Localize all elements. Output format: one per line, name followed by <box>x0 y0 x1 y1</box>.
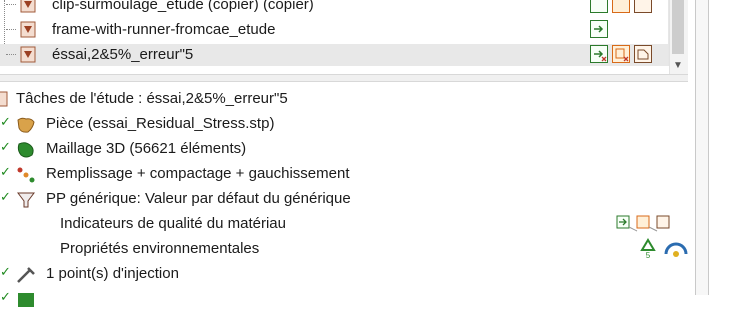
task-row-partial[interactable]: ✓ <box>0 288 690 307</box>
check-icon: ✓ <box>0 189 11 204</box>
task-label: Remplissage + compactage + gauchissement <box>46 165 350 182</box>
cooling-icon <box>18 293 34 307</box>
mesh-icon <box>17 142 34 158</box>
study-row[interactable]: frame-with-runner-fromcae_etude <box>0 19 668 41</box>
quality-indicators-icon[interactable] <box>615 213 677 235</box>
tasks-header-row[interactable]: Tâches de l'étude : éssai,2&5%_erreur"5 <box>0 88 690 112</box>
recycle-icon[interactable]: 5 <box>640 238 656 260</box>
study-name: clip-surmoulage_etude (copier) (copier) <box>52 0 314 13</box>
check-icon: ✓ <box>0 164 11 179</box>
tree-connector <box>6 29 16 30</box>
task-label: PP générique: Valeur par défaut du génér… <box>46 190 351 207</box>
task-label: Maillage 3D (56621 éléments) <box>46 140 247 157</box>
panel-splitter[interactable] <box>0 74 688 82</box>
results-icon[interactable] <box>634 45 652 63</box>
material-icon <box>17 192 35 208</box>
task-label: Indicateurs de qualité du matériau <box>60 215 286 232</box>
vertical-splitter[interactable] <box>695 0 709 295</box>
study-list[interactable]: clip-surmoulage_etude (copier) (copier) … <box>0 0 669 66</box>
run-icon[interactable] <box>612 45 630 63</box>
open-icon[interactable] <box>590 45 608 63</box>
check-icon: ✓ <box>0 139 11 154</box>
task-label: Pièce (essai_Residual_Stress.stp) <box>46 115 275 132</box>
tasks-header: Tâches de l'étude : éssai,2&5%_erreur"5 <box>16 90 288 107</box>
environment-gauge-icon[interactable] <box>663 240 691 260</box>
task-row[interactable]: ✓ 1 point(s) d'injection <box>0 263 690 287</box>
check-icon: ✓ <box>0 289 11 304</box>
study-row[interactable]: clip-surmoulage_etude (copier) (copier) <box>0 0 668 16</box>
study-icon <box>0 91 8 107</box>
check-icon: ✓ <box>0 114 11 129</box>
task-label: 1 point(s) d'injection <box>46 265 179 282</box>
injection-point-icon <box>17 267 35 283</box>
analysis-sequence-icon <box>17 167 35 183</box>
task-label: Propriétés environnementales <box>60 240 260 257</box>
study-icon <box>20 0 36 13</box>
open-icon[interactable] <box>590 20 608 38</box>
study-actions <box>590 0 664 15</box>
scrollbar-thumb[interactable] <box>672 0 684 54</box>
tree-connector <box>6 4 16 5</box>
task-row[interactable]: Indicateurs de qualité du matériau <box>0 213 690 237</box>
svg-text:5: 5 <box>646 251 651 260</box>
part-icon <box>17 117 35 133</box>
study-icon <box>20 21 36 38</box>
study-icon <box>20 46 36 63</box>
check-icon: ✓ <box>0 264 11 279</box>
task-row[interactable]: ✓ Maillage 3D (56621 éléments) <box>0 138 690 162</box>
results-icon[interactable] <box>634 0 652 13</box>
task-row[interactable]: Propriétés environnementales 5 <box>0 238 690 262</box>
study-name: frame-with-runner-fromcae_etude <box>52 21 276 38</box>
open-icon[interactable] <box>590 0 608 13</box>
study-actions <box>590 20 664 40</box>
study-actions <box>590 45 664 65</box>
run-icon[interactable] <box>612 0 630 13</box>
study-name: éssai,2&5%_erreur"5 <box>52 46 194 63</box>
task-row[interactable]: ✓ Remplissage + compactage + gauchisseme… <box>0 163 690 187</box>
tree-connector <box>6 54 16 55</box>
study-row-selected[interactable]: éssai,2&5%_erreur"5 <box>0 44 668 66</box>
scroll-down-icon[interactable]: ▼ <box>671 60 685 72</box>
task-row[interactable]: ✓ PP générique: Valeur par défaut du gén… <box>0 188 690 212</box>
task-row[interactable]: ✓ Pièce (essai_Residual_Stress.stp) <box>0 113 690 137</box>
